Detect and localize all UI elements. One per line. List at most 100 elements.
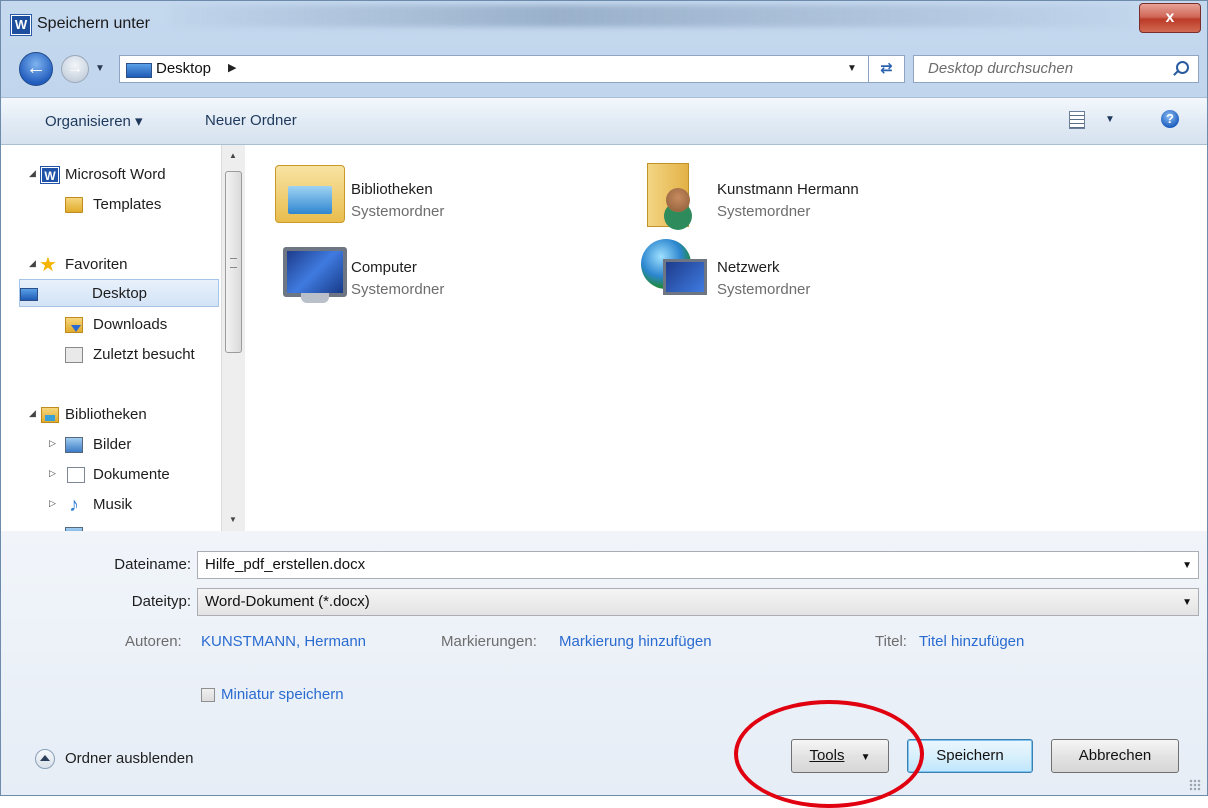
user-folder-icon [647, 163, 690, 227]
item-bibliotheken[interactable]: Bibliotheken Systemordner [275, 155, 635, 225]
nav-scrollbar[interactable]: ▲ ▼ [221, 145, 245, 531]
filename-label: Dateiname: [114, 556, 191, 573]
nav-item-bibliotheken[interactable]: ◢ Bibliotheken [1, 401, 219, 429]
item-computer[interactable]: Computer Systemordner [275, 233, 635, 303]
nav-item-label: Bilder [93, 436, 132, 453]
desktop-icon [20, 288, 38, 301]
filename-value[interactable]: Hilfe_pdf_erstellen.docx [205, 556, 365, 573]
address-bar[interactable]: Desktop ▶ ▼ [119, 55, 869, 83]
nav-item-label: Favoriten [65, 256, 128, 273]
nav-item-microsoft-word[interactable]: ◢ W Microsoft Word [1, 161, 219, 189]
filename-field[interactable]: Hilfe_pdf_erstellen.docx ▼ [197, 551, 1199, 579]
nav-item-label: Bibliotheken [65, 406, 147, 423]
computer-icon [283, 247, 347, 303]
item-type: Systemordner [351, 281, 445, 298]
navigation-pane: ◢ W Microsoft Word Templates ◢ ★ Favorit… [1, 145, 248, 531]
word-icon: W [11, 15, 31, 35]
save-thumbnail-checkbox[interactable] [201, 688, 215, 702]
expanded-triangle-icon[interactable]: ◢ [29, 408, 36, 419]
search-input[interactable]: Desktop durchsuchen [928, 60, 1073, 77]
nav-item-label: Zuletzt besucht [93, 346, 195, 363]
expanded-triangle-icon[interactable]: ◢ [29, 258, 36, 269]
change-view-icon[interactable] [1069, 111, 1085, 129]
item-type: Systemordner [717, 281, 811, 298]
save-as-dialog: W Speichern unter x ← → ▼ Desktop ▶ ▼ ⇄ … [0, 0, 1208, 796]
nav-item-bilder[interactable]: ▷ Bilder [1, 431, 219, 459]
search-icon[interactable] [1176, 61, 1189, 74]
recent-places-icon [65, 347, 83, 363]
nav-item-cut-off[interactable] [1, 521, 219, 531]
collapsed-triangle-icon[interactable]: ▷ [49, 438, 56, 449]
save-button[interactable]: Speichern [907, 739, 1033, 773]
nav-item-label: Desktop [92, 285, 148, 302]
nav-item-label: Musik [93, 496, 133, 513]
close-button[interactable]: x [1139, 3, 1201, 33]
libraries-icon [275, 165, 345, 223]
downloads-icon [65, 317, 83, 333]
item-type: Systemordner [351, 203, 445, 220]
command-bar: Organisieren ▾ Neuer Ordner ▼ ? [1, 97, 1207, 145]
item-kunstmann-hermann[interactable]: Kunstmann Hermann Systemordner [641, 155, 1001, 227]
music-icon: ♪ [69, 494, 79, 516]
back-button[interactable]: ← [19, 52, 53, 86]
nav-item-zuletzt-besucht[interactable]: Zuletzt besucht [1, 341, 219, 369]
chevron-right-icon[interactable]: ▶ [228, 61, 236, 74]
refresh-button[interactable]: ⇄ [869, 55, 905, 83]
item-netzwerk[interactable]: Netzwerk Systemordner [641, 233, 1001, 303]
title-value[interactable]: Titel hinzufügen [919, 633, 1024, 650]
search-box[interactable]: Desktop durchsuchen [913, 55, 1199, 83]
cancel-button[interactable]: Abbrechen [1051, 739, 1179, 773]
chevron-down-icon[interactable]: ▼ [1182, 597, 1192, 608]
nav-item-musik[interactable]: ▷ ♪ Musik [1, 491, 219, 519]
file-list: Bibliotheken Systemordner Kunstmann Herm… [247, 145, 1207, 531]
title-bar[interactable]: W Speichern unter x [1, 1, 1207, 45]
recent-locations-dropdown[interactable]: ▼ [95, 63, 105, 74]
expanded-triangle-icon[interactable]: ◢ [29, 168, 36, 179]
window-title: Speichern unter [37, 15, 150, 32]
help-icon[interactable]: ? [1161, 110, 1179, 128]
pictures-icon [65, 437, 83, 453]
save-options-panel: Dateiname: Hilfe_pdf_erstellen.docx ▼ Da… [1, 531, 1207, 795]
star-icon: ★ [39, 254, 57, 276]
authors-value[interactable]: KUNSTMANN, Hermann [201, 633, 366, 650]
nav-item-label: Dokumente [93, 466, 170, 483]
collapsed-triangle-icon[interactable]: ▷ [49, 468, 56, 479]
organize-button[interactable]: Organisieren ▾ [45, 112, 143, 130]
view-options-dropdown[interactable]: ▼ [1105, 114, 1115, 125]
resize-grip-icon[interactable] [1189, 779, 1201, 791]
hide-folders-button[interactable]: Ordner ausblenden [65, 750, 193, 767]
chevron-down-icon[interactable]: ▼ [1182, 560, 1192, 571]
nav-item-dokumente[interactable]: ▷ Dokumente [1, 461, 219, 489]
collapsed-triangle-icon[interactable]: ▷ [49, 498, 56, 509]
scroll-down-arrow-icon[interactable]: ▼ [229, 515, 237, 524]
nav-item-templates[interactable]: Templates [1, 191, 219, 219]
nav-item-label: Microsoft Word [65, 166, 166, 183]
desktop-icon [126, 63, 152, 78]
save-thumbnail-label[interactable]: Miniatur speichern [221, 686, 344, 703]
nav-item-downloads[interactable]: Downloads [1, 311, 219, 339]
documents-icon [67, 467, 85, 483]
new-folder-button[interactable]: Neuer Ordner [205, 112, 297, 129]
tags-value[interactable]: Markierung hinzufügen [559, 633, 712, 650]
authors-label: Autoren: [125, 633, 182, 650]
annotation-circle [734, 700, 924, 808]
libraries-icon [41, 407, 59, 423]
nav-item-label: Downloads [93, 316, 168, 333]
nav-item-label: Templates [93, 196, 162, 213]
scroll-thumb[interactable] [225, 171, 242, 353]
filetype-value[interactable]: Word-Dokument (*.docx) [205, 593, 370, 610]
breadcrumb-desktop[interactable]: Desktop [156, 60, 211, 77]
item-name: Computer [351, 259, 417, 276]
chevron-up-icon[interactable] [35, 749, 55, 769]
title-label: Titel: [875, 633, 907, 650]
forward-button[interactable]: → [61, 55, 89, 83]
scroll-up-arrow-icon[interactable]: ▲ [229, 151, 237, 160]
nav-item-favoriten[interactable]: ◢ ★ Favoriten [1, 251, 219, 279]
grip-icon [230, 258, 237, 268]
filetype-label: Dateityp: [131, 593, 191, 610]
blurred-background [171, 5, 1131, 27]
word-icon: W [41, 167, 59, 183]
filetype-select[interactable]: Word-Dokument (*.docx) ▼ [197, 588, 1199, 616]
nav-item-desktop[interactable]: Desktop [19, 279, 219, 307]
address-dropdown-icon[interactable]: ▼ [847, 63, 857, 74]
